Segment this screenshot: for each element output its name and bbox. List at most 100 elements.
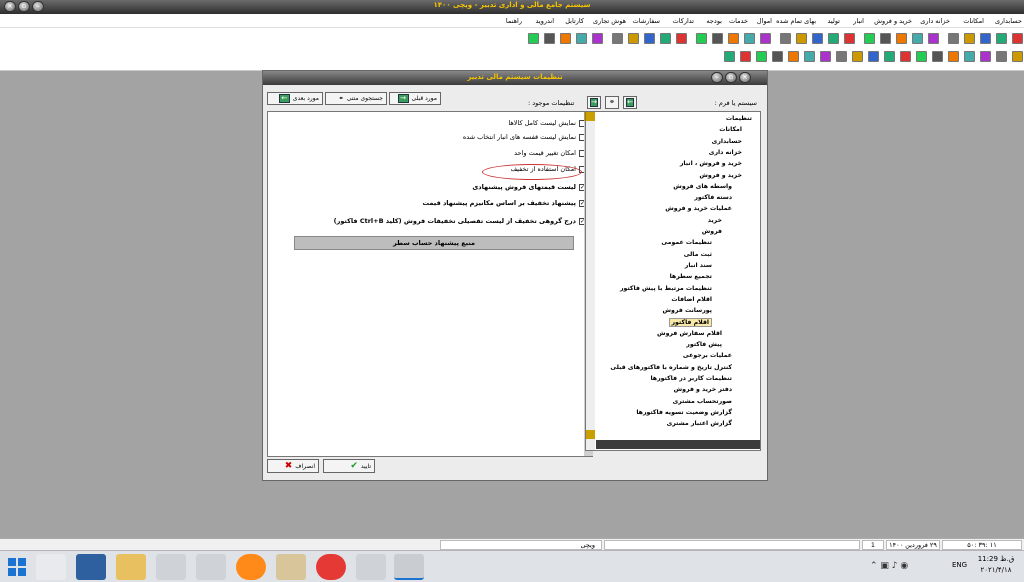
- tree-node[interactable]: امکانات: [719, 126, 742, 133]
- toolbar-button-icon[interactable]: [980, 51, 991, 62]
- menu-accounting[interactable]: حسابداری: [995, 17, 1022, 25]
- tree-node[interactable]: تنظیمات کاربر در فاکتورها: [650, 375, 732, 382]
- tree-scrollbar[interactable]: [586, 112, 595, 450]
- toolbar-button-icon[interactable]: [996, 51, 1007, 62]
- toolbar-button-icon[interactable]: [868, 51, 879, 62]
- toolbar-button-icon[interactable]: [744, 33, 755, 44]
- toolbar-button-icon[interactable]: [1012, 33, 1023, 44]
- taskbar-folder-icon[interactable]: [116, 554, 146, 580]
- tree-node[interactable]: پیش فاکتور: [686, 341, 722, 348]
- toolbar-button-icon[interactable]: [880, 33, 891, 44]
- menu-budget[interactable]: بودجه: [706, 17, 722, 25]
- tree-node[interactable]: تنظیمات مرتبط با پیش فاکتور: [620, 285, 712, 292]
- menu-purchase-sales[interactable]: خرید و فروش: [874, 17, 912, 25]
- tree-node[interactable]: خرید: [708, 217, 722, 224]
- toolbar-button-icon[interactable]: [780, 33, 791, 44]
- toolbar-button-icon[interactable]: [928, 33, 939, 44]
- toolbar-button-icon[interactable]: [528, 33, 539, 44]
- taskbar-app-explorer-icon[interactable]: [36, 554, 66, 580]
- tree-node[interactable]: صورتحساب مشتری: [673, 398, 732, 405]
- menu-cost-price[interactable]: بهای تمام شده: [776, 17, 816, 25]
- option-row[interactable]: نمایش لیست کامل کالاها: [508, 118, 586, 128]
- source-account-bar[interactable]: منبع پیشنهاد حساب سطر: [294, 236, 574, 250]
- toolbar-button-icon[interactable]: [560, 33, 571, 44]
- scroll-down-icon[interactable]: [586, 430, 595, 439]
- tree-node[interactable]: گزارش وضعیت تسویه فاکتورها: [636, 409, 732, 416]
- taskbar-network-icon[interactable]: [356, 554, 386, 580]
- toolbar-button-icon[interactable]: [912, 33, 923, 44]
- tray-icons[interactable]: ⌃ ▣ ♪ ◉: [870, 561, 950, 573]
- toolbar-button-icon[interactable]: [544, 33, 555, 44]
- windows-start-icon[interactable]: [8, 558, 26, 576]
- tree-node[interactable]: عملیات برجوعی: [683, 352, 732, 359]
- option-row[interactable]: امکان تغییر قیمت واحد: [514, 148, 586, 158]
- toolbar-button-icon[interactable]: [852, 51, 863, 62]
- taskbar-tools-icon[interactable]: [156, 554, 186, 580]
- menu-help[interactable]: راهنما: [506, 17, 522, 25]
- toolbar-button-icon[interactable]: [1012, 51, 1023, 62]
- taskbar-app-icon[interactable]: [276, 554, 306, 580]
- tree-node[interactable]: پورسانت فروش: [663, 307, 713, 314]
- toolbar-button-icon[interactable]: [712, 33, 723, 44]
- tree-node[interactable]: ثبت مالی: [684, 251, 712, 258]
- toolbar-button-icon[interactable]: [948, 33, 959, 44]
- toolbar-button-icon[interactable]: [820, 51, 831, 62]
- tree-node[interactable]: تنظیمات عمومی: [661, 239, 712, 246]
- toolbar-button-icon[interactable]: [864, 33, 875, 44]
- toolbar-button-icon[interactable]: [804, 51, 815, 62]
- toolbar-button-icon[interactable]: [660, 33, 671, 44]
- toolbar-button-icon[interactable]: [900, 51, 911, 62]
- taskbar-firefox-icon[interactable]: [236, 554, 266, 580]
- toolbar-button-icon[interactable]: [836, 51, 847, 62]
- tree-node[interactable]: حسابداری: [712, 138, 742, 145]
- tree-node[interactable]: گزارش اعتبار مشتری: [667, 420, 732, 427]
- tree-node[interactable]: خزانه داری: [709, 149, 742, 156]
- taskbar-settings-icon[interactable]: [196, 554, 226, 580]
- toolbar-button-icon[interactable]: [964, 33, 975, 44]
- next-item-button[interactable]: مورد بعدی ←: [267, 92, 323, 105]
- toolbar-button-icon[interactable]: [948, 51, 959, 62]
- tree-node[interactable]: واسطه های فروش: [673, 183, 732, 190]
- toolbar-button-icon[interactable]: [796, 33, 807, 44]
- toolbar-button-icon[interactable]: [612, 33, 623, 44]
- toolbar-button-icon[interactable]: [772, 51, 783, 62]
- toolbar-button-icon[interactable]: [916, 51, 927, 62]
- toolbar-button-icon[interactable]: [760, 33, 771, 44]
- toolbar-button-icon[interactable]: [740, 51, 751, 62]
- confirm-button[interactable]: تایید ✔: [323, 459, 375, 473]
- taskbar-chrome-icon[interactable]: [316, 554, 346, 580]
- taskbar-powershell-icon[interactable]: [76, 554, 106, 580]
- toolbar-button-icon[interactable]: [728, 33, 739, 44]
- toolbar-button-icon[interactable]: [828, 33, 839, 44]
- toolbar-button-icon[interactable]: [980, 33, 991, 44]
- toolbar-button-icon[interactable]: [964, 51, 975, 62]
- option-row[interactable]: نمایش لیست قفسه های انبار انتخاب شده: [463, 132, 586, 142]
- toolbar-button-icon[interactable]: [628, 33, 639, 44]
- toolbar-button-icon[interactable]: [576, 33, 587, 44]
- toolbar-button-icon[interactable]: [884, 51, 895, 62]
- option-row[interactable]: ✓ لیست قیمتهای فروش پیشنهادی: [472, 182, 586, 192]
- tree-node-selected[interactable]: اقلام فاکتور: [668, 318, 712, 328]
- tree-node[interactable]: تجمیع سطرها: [670, 273, 712, 280]
- tree-node[interactable]: خرید و فروش ، انبار: [680, 160, 742, 167]
- toolbar-button-icon[interactable]: [696, 33, 707, 44]
- tree-node[interactable]: کنترل تاریخ و شماره با فاکتورهای قبلی: [610, 364, 732, 371]
- tree-node[interactable]: فروش: [702, 228, 722, 235]
- toolbar-button-icon[interactable]: [896, 33, 907, 44]
- toolbar-button-icon[interactable]: [676, 33, 687, 44]
- toolbar-button-icon[interactable]: [788, 51, 799, 62]
- binoculars-button[interactable]: ⚭: [605, 96, 619, 109]
- toolbar-button-icon[interactable]: [592, 33, 603, 44]
- nav-prev-button[interactable]: ←: [623, 96, 637, 109]
- tree-node[interactable]: سند انبار: [685, 262, 712, 269]
- tree-node[interactable]: تنظیمات: [726, 115, 752, 122]
- tree-node[interactable]: اقلام اضافات: [671, 296, 712, 303]
- toolbar-button-icon[interactable]: [644, 33, 655, 44]
- nav-next-button[interactable]: →: [587, 96, 601, 109]
- tree-hscrollbar[interactable]: [596, 440, 760, 449]
- menu-bi[interactable]: هوش تجاری: [593, 17, 626, 25]
- toolbar-button-icon[interactable]: [844, 33, 855, 44]
- text-search-button[interactable]: جستجوی متنی ⚭: [325, 92, 387, 105]
- tree-node[interactable]: خرید و فروش: [699, 172, 742, 179]
- toolbar-button-icon[interactable]: [724, 51, 735, 62]
